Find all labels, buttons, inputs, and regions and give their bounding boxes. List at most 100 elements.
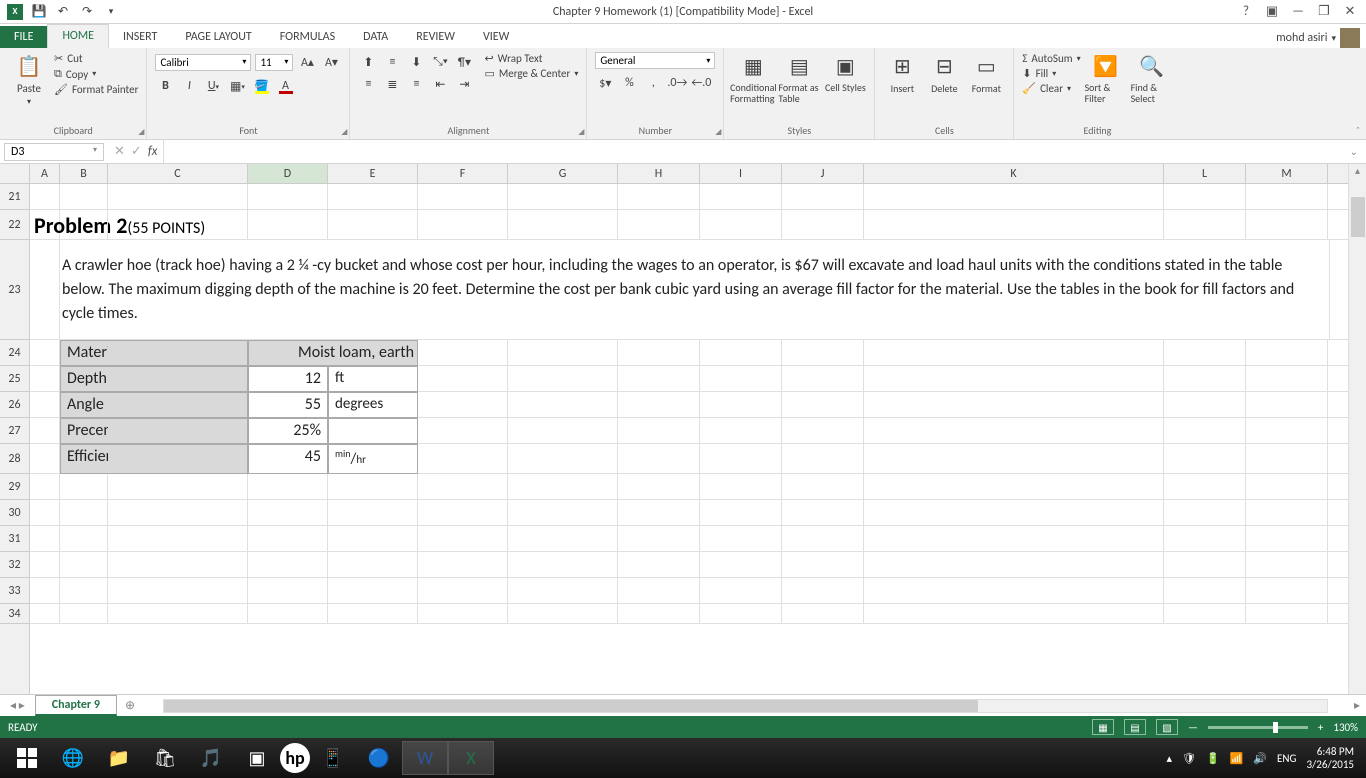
- cut-button[interactable]: ✂Cut: [54, 52, 138, 65]
- bold-button[interactable]: B: [155, 76, 175, 96]
- col-header-M[interactable]: M: [1246, 164, 1328, 183]
- ribbon-display-icon[interactable]: ▣: [1260, 2, 1284, 22]
- tray-volume-icon[interactable]: 🔊: [1253, 752, 1267, 765]
- row-header-34[interactable]: 34: [0, 604, 29, 624]
- row-header-24[interactable]: 24: [0, 340, 29, 366]
- start-button[interactable]: [4, 741, 50, 775]
- zoom-out-button[interactable]: —: [1188, 721, 1198, 734]
- col-header-A[interactable]: A: [30, 164, 60, 183]
- row-header-32[interactable]: 32: [0, 552, 29, 578]
- font-launcher-icon[interactable]: ◢: [341, 127, 347, 137]
- col-header-I[interactable]: I: [700, 164, 782, 183]
- align-center-button[interactable]: ≣: [382, 74, 402, 94]
- maximize-icon[interactable]: ❐: [1312, 2, 1336, 22]
- vscroll-thumb[interactable]: [1351, 197, 1365, 237]
- row-header-23[interactable]: 23: [0, 240, 29, 340]
- format-cells-button[interactable]: ▭Format: [967, 52, 1005, 95]
- cells-area[interactable]: Problem 2(55 POINTS)A crawler hoe (track…: [30, 184, 1348, 694]
- wrap-text-button[interactable]: ↩Wrap Text: [484, 52, 578, 65]
- conditional-formatting-button[interactable]: ▦Conditional Formatting: [732, 52, 774, 104]
- tray-lang-label[interactable]: ENG: [1277, 752, 1296, 765]
- align-left-button[interactable]: ≡: [358, 74, 378, 94]
- row-header-26[interactable]: 26: [0, 392, 29, 418]
- taskbar-app2-icon[interactable]: 📱: [310, 741, 356, 775]
- comma-button[interactable]: ,: [643, 73, 663, 93]
- redo-icon[interactable]: ↷: [76, 2, 98, 22]
- row-header-30[interactable]: 30: [0, 500, 29, 526]
- fill-button[interactable]: ⬇Fill ▾: [1022, 67, 1080, 80]
- tab-insert[interactable]: INSERT: [109, 26, 171, 48]
- save-icon[interactable]: 💾: [28, 2, 50, 22]
- help-icon[interactable]: ?: [1234, 2, 1258, 22]
- formula-input[interactable]: [163, 140, 1341, 163]
- tab-file[interactable]: FILE: [0, 26, 47, 48]
- format-painter-button[interactable]: 🖌Format Painter: [54, 83, 138, 96]
- spreadsheet-grid[interactable]: ABCDEFGHIJKLM 21222324252627282930313233…: [0, 164, 1366, 694]
- font-size-combo[interactable]: 11▾: [255, 54, 293, 71]
- excel-app-icon[interactable]: X: [4, 2, 26, 22]
- accounting-button[interactable]: $▾: [595, 73, 615, 93]
- align-bottom-button[interactable]: ⬇: [406, 52, 426, 72]
- underline-button[interactable]: U ▾: [203, 76, 223, 96]
- percent-button[interactable]: %: [619, 73, 639, 93]
- shrink-font-button[interactable]: A▾: [321, 52, 341, 72]
- tab-formulas[interactable]: FORMULAS: [266, 26, 349, 48]
- tray-wifi-icon[interactable]: 📶: [1230, 752, 1244, 765]
- row-header-22[interactable]: 22: [0, 210, 29, 240]
- number-launcher-icon[interactable]: ◢: [715, 127, 721, 137]
- format-as-table-button[interactable]: ▤Format as Table: [778, 52, 820, 104]
- taskbar-hp-icon[interactable]: hp: [280, 743, 310, 773]
- align-middle-button[interactable]: ≡: [382, 52, 402, 72]
- increase-decimal-button[interactable]: .0→: [667, 73, 687, 93]
- tab-view[interactable]: VIEW: [469, 26, 523, 48]
- increase-indent-button[interactable]: ⇥: [454, 74, 474, 94]
- row-header-28[interactable]: 28: [0, 444, 29, 474]
- taskbar-word-icon[interactable]: W: [402, 741, 448, 775]
- expand-formula-bar-icon[interactable]: ⌄: [1342, 145, 1366, 158]
- tray-show-hidden-icon[interactable]: ▴: [1166, 752, 1172, 765]
- tab-data[interactable]: DATA: [349, 26, 402, 48]
- col-header-F[interactable]: F: [418, 164, 508, 183]
- col-header-L[interactable]: L: [1164, 164, 1246, 183]
- fx-icon[interactable]: fx: [148, 144, 158, 159]
- text-direction-button[interactable]: ¶▾: [454, 52, 474, 72]
- sheet-nav-prev[interactable]: ◂ ▸: [0, 698, 35, 713]
- vertical-scrollbar[interactable]: ▴: [1348, 164, 1366, 694]
- horizontal-scrollbar[interactable]: [143, 699, 1348, 713]
- select-all-corner[interactable]: [0, 164, 30, 183]
- delete-cells-button[interactable]: ⊟Delete: [925, 52, 963, 95]
- page-break-view-button[interactable]: ▧: [1156, 719, 1178, 735]
- copy-button[interactable]: ⧉Copy ▾: [54, 67, 138, 81]
- grow-font-button[interactable]: A▴: [297, 52, 317, 72]
- sheet-tab-active[interactable]: Chapter 9: [35, 695, 117, 716]
- zoom-in-button[interactable]: +: [1318, 721, 1323, 734]
- row-header-27[interactable]: 27: [0, 418, 29, 444]
- row-header-33[interactable]: 33: [0, 578, 29, 604]
- find-select-button[interactable]: 🔍Find & Select: [1131, 52, 1173, 104]
- page-layout-view-button[interactable]: ▤: [1124, 719, 1146, 735]
- taskbar-excel-icon[interactable]: X: [448, 741, 494, 775]
- number-format-combo[interactable]: General▾: [595, 52, 715, 69]
- qat-customize-icon[interactable]: ▾: [100, 2, 122, 22]
- sort-filter-button[interactable]: 🔽Sort & Filter: [1085, 52, 1127, 104]
- taskbar-store-icon[interactable]: 🛍: [142, 741, 188, 775]
- col-header-K[interactable]: K: [864, 164, 1164, 183]
- borders-button[interactable]: ▦ ▾: [227, 76, 247, 96]
- col-header-H[interactable]: H: [618, 164, 700, 183]
- zoom-slider[interactable]: [1208, 726, 1308, 729]
- taskbar-media-icon[interactable]: 🎵: [188, 741, 234, 775]
- taskbar-ie-icon[interactable]: 🌐: [50, 741, 96, 775]
- tab-review[interactable]: REVIEW: [402, 26, 469, 48]
- taskbar-chrome-icon[interactable]: 🔵: [356, 741, 402, 775]
- clipboard-launcher-icon[interactable]: ◢: [138, 127, 144, 137]
- col-header-G[interactable]: G: [508, 164, 618, 183]
- font-name-combo[interactable]: Calibri▾: [155, 54, 251, 71]
- row-header-31[interactable]: 31: [0, 526, 29, 552]
- paste-button[interactable]: 📋 Paste ▾: [8, 52, 50, 107]
- decrease-decimal-button[interactable]: ←.0: [691, 73, 711, 93]
- merge-center-button[interactable]: ▭Merge & Center ▾: [484, 67, 578, 80]
- tray-clock[interactable]: 6:48 PM3/26/2015: [1306, 745, 1354, 771]
- fill-color-button[interactable]: 🪣: [251, 76, 271, 96]
- align-top-button[interactable]: ⬆: [358, 52, 378, 72]
- taskbar-explorer-icon[interactable]: 📁: [96, 741, 142, 775]
